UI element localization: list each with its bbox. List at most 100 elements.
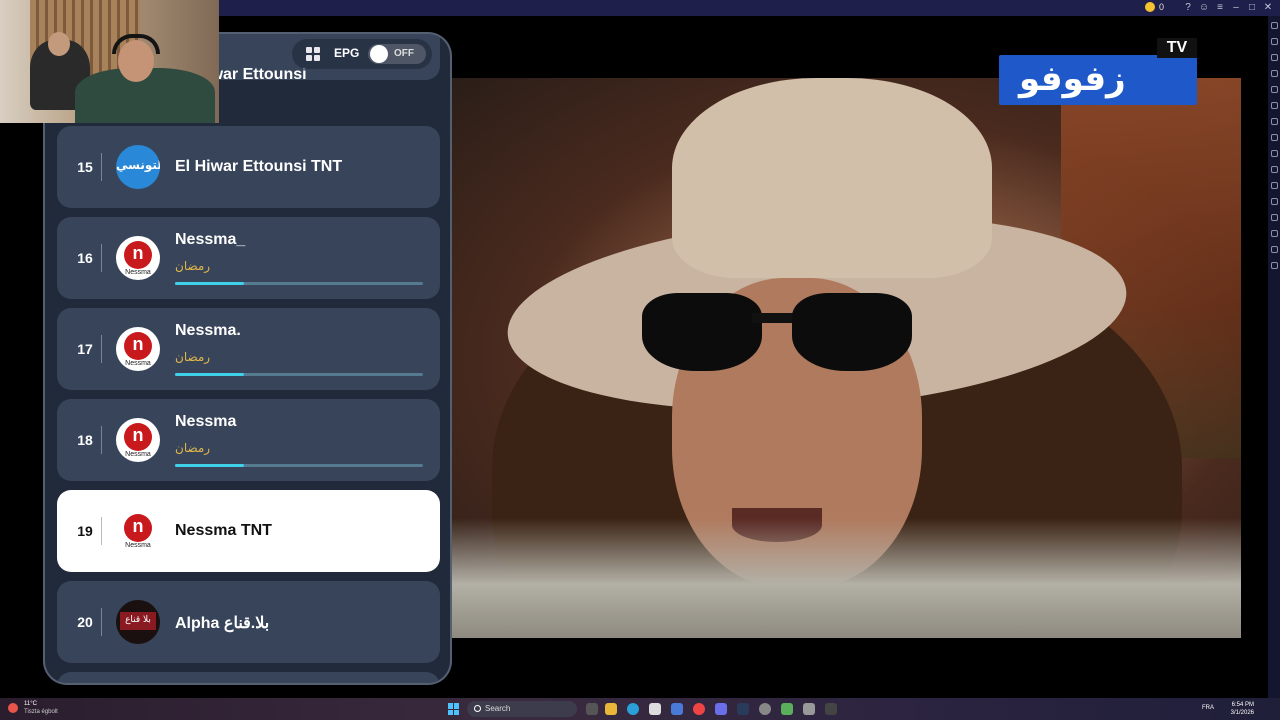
channel-watermark-tv: TV xyxy=(1157,38,1197,58)
video-scene xyxy=(732,508,822,542)
channel-number: 16 xyxy=(77,250,93,266)
channel-logo: Nessma xyxy=(116,509,160,553)
divider xyxy=(101,517,102,545)
toolbar-icon[interactable] xyxy=(1270,262,1278,269)
channel-name: Nessma. xyxy=(175,322,241,339)
channel-row[interactable]: 20 بلا قناع Alpha بلا.قناع xyxy=(57,581,440,663)
toolbar-icon[interactable] xyxy=(1270,150,1278,157)
app-icon[interactable] xyxy=(759,703,771,715)
divider xyxy=(101,426,102,454)
channel-row-active[interactable]: 19 Nessma Nessma TNT xyxy=(57,490,440,572)
chrome-icon[interactable] xyxy=(693,703,705,715)
toolbar-icon[interactable] xyxy=(1270,198,1278,205)
grid-icon[interactable] xyxy=(306,47,320,61)
channel-row[interactable]: 15 التونسي El Hiwar Ettounsi TNT xyxy=(57,126,440,208)
channel-number: 19 xyxy=(77,523,93,539)
minimize-button[interactable]: – xyxy=(1230,2,1242,14)
channel-number: 17 xyxy=(77,341,93,357)
channel-name: Nessma TNT xyxy=(175,522,272,539)
program-title: رمضان xyxy=(175,350,211,364)
channel-name: Alpha بلا.قناع xyxy=(175,615,270,632)
channel-row[interactable] xyxy=(57,672,440,683)
channel-logo-text: بلا قناع xyxy=(125,615,151,625)
epg-toggle-bar: EPG OFF xyxy=(292,39,432,69)
clock-date: 3/1/2026 xyxy=(1230,710,1254,716)
toolbar-icon[interactable] xyxy=(1270,230,1278,237)
switch-knob xyxy=(370,45,388,63)
weather-condition: Tiszta égbolt xyxy=(24,709,58,715)
program-progress xyxy=(175,282,423,285)
channel-row[interactable]: 17 Nessma Nessma. رمضان xyxy=(57,308,440,390)
weather-icon xyxy=(8,703,18,713)
program-progress xyxy=(175,373,423,376)
video-scene xyxy=(642,293,932,377)
channel-row[interactable]: 18 Nessma Nessma رمضان xyxy=(57,399,440,481)
webcam-overlay xyxy=(0,0,219,123)
video-scene xyxy=(672,78,992,278)
toolbar-icon[interactable] xyxy=(1270,54,1278,61)
epg-label: EPG xyxy=(334,46,360,60)
toolbar-icon[interactable] xyxy=(1270,102,1278,109)
program-progress xyxy=(175,464,423,467)
channel-name: Nessma_ xyxy=(175,231,246,248)
mail-icon[interactable] xyxy=(671,703,683,715)
divider xyxy=(101,244,102,272)
coin-icon xyxy=(1144,2,1155,12)
store-icon[interactable] xyxy=(649,703,661,715)
channel-watermark: زفوفو xyxy=(999,55,1197,105)
program-title: رمضان xyxy=(175,259,211,273)
channel-number: 20 xyxy=(77,614,93,630)
channel-logo: Nessma xyxy=(116,418,160,462)
account-icon[interactable]: ☺ xyxy=(1198,2,1210,14)
video-player[interactable] xyxy=(452,78,1241,638)
divider xyxy=(101,608,102,636)
discord-icon[interactable] xyxy=(715,703,727,715)
toolbar-icon[interactable] xyxy=(1270,182,1278,189)
close-button[interactable]: ✕ xyxy=(1262,2,1274,14)
side-toolbar xyxy=(1268,16,1280,698)
temperature: 11°C xyxy=(24,701,37,707)
program-title: رمضان xyxy=(175,441,211,455)
steam-icon[interactable] xyxy=(737,703,749,715)
toolbar-icon[interactable] xyxy=(1270,246,1278,253)
toolbar-icon[interactable] xyxy=(1270,70,1278,77)
channel-logo: Nessma xyxy=(116,236,160,280)
edge-icon[interactable] xyxy=(627,703,639,715)
channel-watermark-text: زفوفو xyxy=(1019,59,1126,99)
app-icon[interactable] xyxy=(781,703,793,715)
taskbar-search[interactable]: Search xyxy=(467,701,577,717)
toolbar-icon[interactable] xyxy=(1270,86,1278,93)
toolbar-icon[interactable] xyxy=(1270,166,1278,173)
logo-caption: Nessma xyxy=(125,360,151,367)
divider xyxy=(101,335,102,363)
file-explorer-icon[interactable] xyxy=(605,703,617,715)
start-button[interactable] xyxy=(448,703,460,715)
coins-value: 0 xyxy=(1158,2,1164,12)
help-icon[interactable]: ? xyxy=(1182,2,1194,14)
toolbar-icon[interactable] xyxy=(1270,214,1278,221)
search-label: Search xyxy=(485,704,511,713)
channel-row[interactable]: 16 Nessma Nessma_ رمضان xyxy=(57,217,440,299)
maximize-button[interactable]: □ xyxy=(1246,2,1258,14)
toolbar-icon[interactable] xyxy=(1270,38,1278,45)
app-icon[interactable] xyxy=(825,703,837,715)
coins-counter: 0 xyxy=(1144,2,1164,12)
logo-caption: Nessma xyxy=(125,451,151,458)
language-indicator[interactable]: FRA xyxy=(1202,705,1214,711)
clock[interactable]: 6:54 PM 3/1/2026 xyxy=(1231,701,1254,717)
channel-number: 15 xyxy=(77,159,93,175)
channel-logo: Nessma xyxy=(116,327,160,371)
task-view-icon[interactable] xyxy=(586,703,598,715)
epg-switch-state: OFF xyxy=(394,48,414,59)
toolbar-icon[interactable] xyxy=(1270,134,1278,141)
channel-name: El Hiwar Ettounsi TNT xyxy=(175,158,343,175)
menu-icon[interactable]: ≡ xyxy=(1214,2,1226,14)
toolbar-icon[interactable] xyxy=(1270,22,1278,29)
epg-switch[interactable]: OFF xyxy=(368,44,426,64)
divider xyxy=(101,153,102,181)
channel-number: 18 xyxy=(77,432,93,448)
settings-icon[interactable] xyxy=(803,703,815,715)
search-icon xyxy=(474,705,481,712)
channel-name: Nessma xyxy=(175,413,237,430)
toolbar-icon[interactable] xyxy=(1270,118,1278,125)
